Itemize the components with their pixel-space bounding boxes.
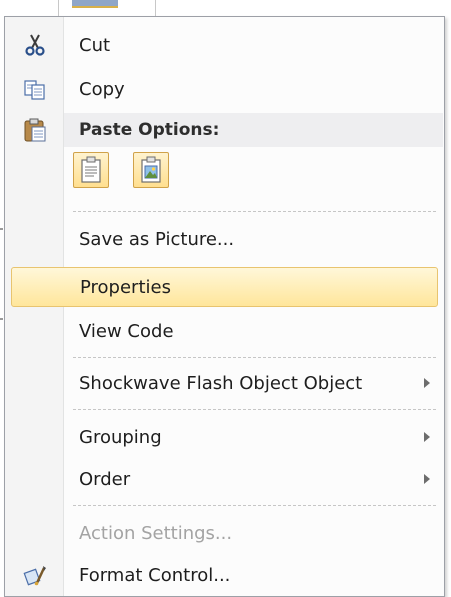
menu-item-label: Copy: [79, 78, 125, 100]
menu-item-shockwave-flash-object[interactable]: Shockwave Flash Object Object: [5, 363, 444, 403]
menu-item-label: Order: [79, 468, 131, 490]
menu-separator: [73, 409, 436, 410]
menu-item-label: Cut: [79, 34, 111, 56]
paste-as-picture-icon: [139, 156, 163, 188]
paste-keep-source-icon: [79, 156, 103, 188]
context-menu: Cut Copy Paste Options: Save as Picture.…: [4, 16, 445, 597]
menu-item-properties[interactable]: Properties: [11, 267, 438, 307]
background-tick: [0, 318, 3, 320]
menu-item-label: View Code: [79, 320, 174, 342]
menu-item-label: Shockwave Flash Object Object: [79, 372, 363, 394]
submenu-arrow-icon: [424, 378, 430, 388]
menu-item-label: Properties: [80, 276, 171, 298]
menu-separator: [73, 505, 436, 506]
menu-item-order[interactable]: Order: [5, 459, 444, 499]
background-tick: [0, 228, 3, 230]
menu-separator: [73, 211, 436, 212]
menu-item-view-code[interactable]: View Code: [5, 311, 444, 351]
menu-item-cut[interactable]: Cut: [5, 25, 444, 65]
menu-item-save-as-picture[interactable]: Save as Picture...: [5, 219, 444, 259]
paste-as-picture-button[interactable]: [133, 152, 169, 188]
menu-item-label: Grouping: [79, 426, 162, 448]
paste-options-label: Paste Options:: [79, 120, 220, 140]
menu-item-format-control[interactable]: Format Control...: [5, 555, 444, 595]
menu-item-action-settings: Action Settings...: [5, 513, 444, 553]
menu-item-grouping[interactable]: Grouping: [5, 417, 444, 457]
copy-icon: [23, 77, 47, 101]
background-object: [72, 0, 118, 8]
menu-item-label: Format Control...: [79, 564, 231, 586]
paste-keep-source-button[interactable]: [73, 152, 109, 188]
menu-item-label: Action Settings...: [79, 522, 233, 544]
menu-item-label: Save as Picture...: [79, 228, 235, 250]
menu-item-copy[interactable]: Copy: [5, 69, 444, 109]
menu-separator: [73, 357, 436, 358]
submenu-arrow-icon: [424, 474, 430, 484]
submenu-arrow-icon: [424, 432, 430, 442]
format-control-icon: [23, 563, 47, 587]
scissors-icon: [23, 33, 47, 57]
paste-icon: [23, 117, 47, 143]
